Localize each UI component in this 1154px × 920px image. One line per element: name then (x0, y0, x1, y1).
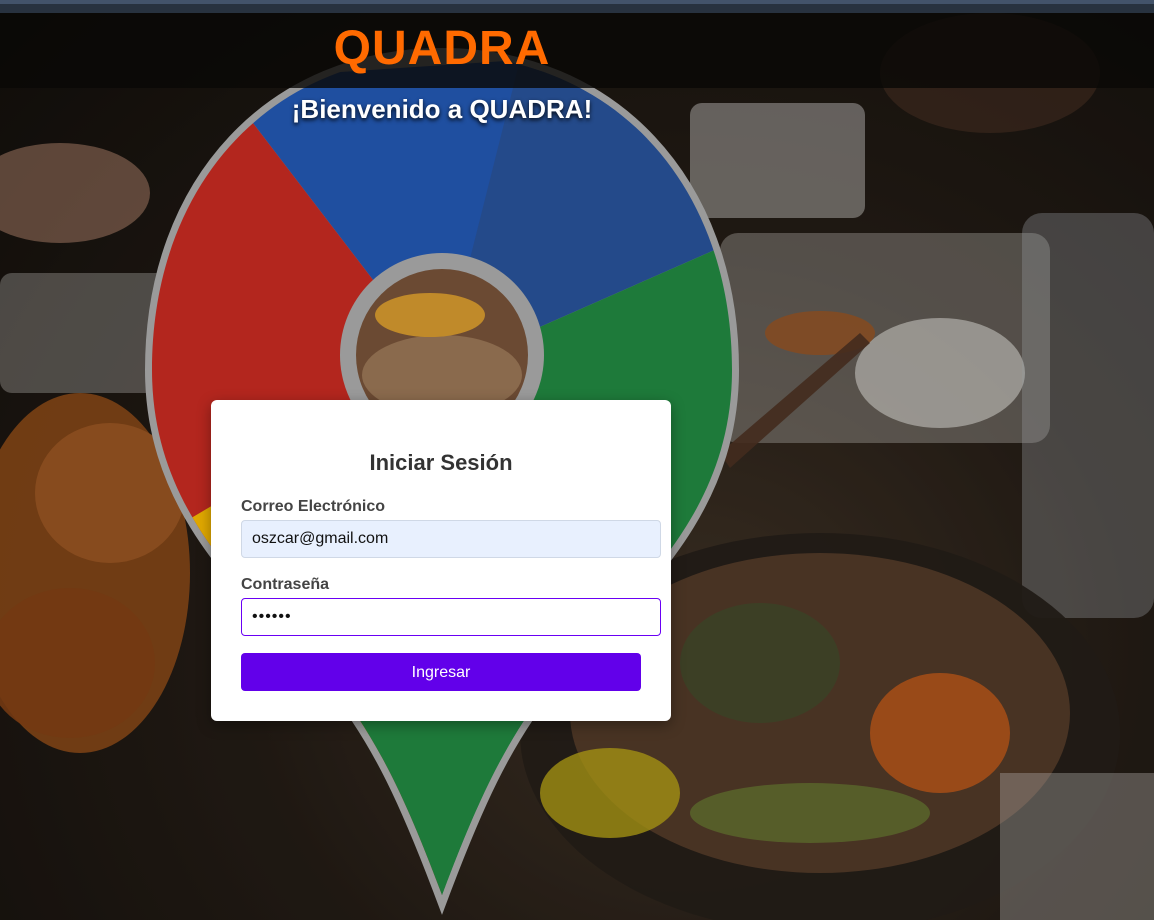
password-field[interactable] (241, 598, 661, 636)
login-card: Iniciar Sesión Correo Electrónico Contra… (211, 400, 671, 721)
welcome-heading: ¡Bienvenido a QUADRA! (291, 94, 593, 124)
login-title: Iniciar Sesión (369, 450, 513, 475)
email-label: Correo Electrónico (241, 498, 386, 515)
email-field[interactable] (241, 520, 661, 558)
brand-title: QUADRA (333, 22, 551, 75)
password-label: Contraseña (241, 576, 330, 593)
submit-button[interactable]: Ingresar (241, 653, 641, 691)
